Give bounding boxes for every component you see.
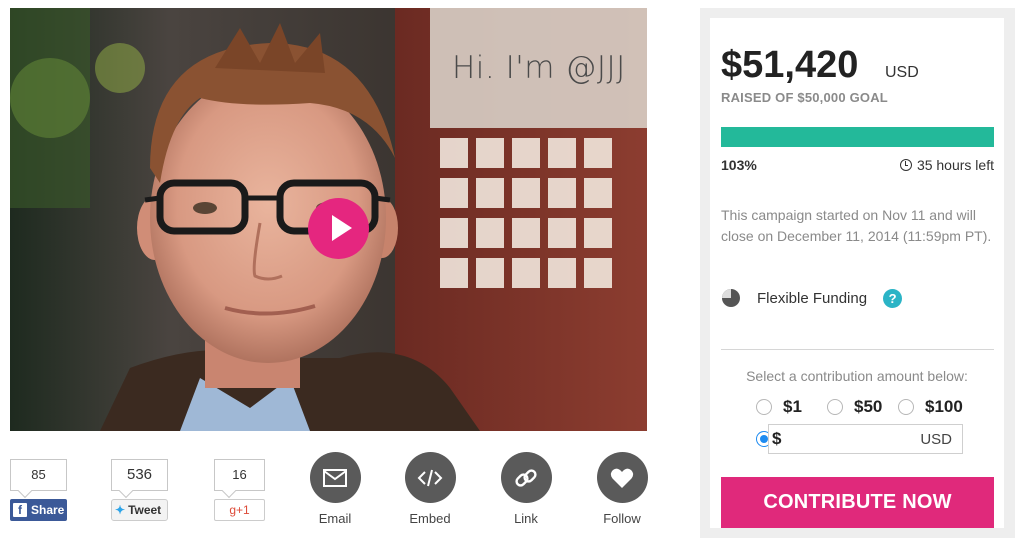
funding-progress-fill (721, 127, 994, 147)
clock-icon (899, 159, 912, 171)
option-label-1[interactable]: $1 (783, 397, 802, 417)
email-share-button[interactable]: Email (305, 452, 365, 526)
tweet-label: Tweet (128, 503, 162, 517)
link-icon (500, 452, 552, 503)
follow-label: Follow (603, 511, 641, 526)
custom-amount-currency: USD (920, 431, 952, 448)
follow-button[interactable]: Follow (592, 452, 652, 526)
custom-amount-input[interactable] (787, 427, 907, 451)
pie-chart-icon (722, 289, 740, 307)
copy-link-button[interactable]: Link (496, 452, 556, 526)
option-label-100[interactable]: $100 (925, 397, 963, 417)
heart-icon (596, 452, 648, 503)
funding-type-label: Flexible Funding (757, 289, 868, 307)
envelope-icon (309, 452, 361, 503)
amount-currency: USD (885, 64, 919, 81)
googleplus-label: g+1 (229, 503, 250, 517)
radio-amount-1[interactable] (756, 399, 772, 415)
play-button[interactable] (308, 198, 369, 259)
contribute-now-button[interactable]: CONTRIBUTE NOW (721, 477, 994, 528)
facebook-share-count: 85 (10, 459, 67, 491)
amount-raised: $51,420 (721, 44, 859, 86)
facebook-share-label: Share (31, 503, 65, 517)
radio-amount-50[interactable] (827, 399, 843, 415)
googleplus-count: 16 (214, 459, 265, 491)
time-left-text: 35 hours left (916, 157, 994, 173)
googleplus-share-widget: 16 g+1 (214, 459, 265, 521)
email-label: Email (318, 511, 352, 526)
link-label: Link (514, 511, 538, 526)
tweet-count: 536 (111, 459, 168, 491)
dollar-prefix: $ (772, 429, 782, 448)
custom-amount-field[interactable]: $ USD (768, 424, 963, 454)
funding-sidebar: $51,420 USD RAISED OF $50,000 GOAL 103% … (700, 8, 1015, 538)
code-icon (404, 452, 456, 503)
time-left: 35 hours left (899, 157, 994, 173)
video-caption: Hi. I'm @JJJ (452, 50, 626, 86)
campaign-description: This campaign started on Nov 11 and will… (721, 207, 992, 244)
percent-funded: 103% (721, 157, 757, 173)
funding-progress-bar (721, 127, 994, 147)
option-label-50[interactable]: $50 (854, 397, 882, 417)
twitter-share-widget: 536 ✦ Tweet (111, 459, 168, 521)
funding-panel: $51,420 USD RAISED OF $50,000 GOAL 103% … (710, 18, 1004, 528)
facebook-share-widget: 85 f Share (10, 459, 67, 521)
contribution-prompt: Select a contribution amount below: (746, 368, 968, 384)
campaign-video[interactable]: Hi. I'm @JJJ (10, 8, 647, 431)
googleplus-button[interactable]: g+1 (214, 499, 265, 521)
embed-label: Embed (409, 511, 451, 526)
radio-amount-100[interactable] (898, 399, 914, 415)
facebook-share-button[interactable]: f Share (10, 499, 67, 521)
funding-type-row: Flexible Funding ? (721, 288, 903, 308)
twitter-bird-icon: ✦ (115, 503, 126, 517)
divider (721, 349, 994, 350)
goal-text: RAISED OF $50,000 GOAL (721, 90, 888, 105)
help-icon[interactable]: ? (883, 288, 903, 308)
facebook-icon: f (13, 503, 27, 517)
tweet-button[interactable]: ✦ Tweet (111, 499, 168, 521)
embed-button[interactable]: Embed (400, 452, 460, 526)
play-icon (332, 215, 352, 241)
